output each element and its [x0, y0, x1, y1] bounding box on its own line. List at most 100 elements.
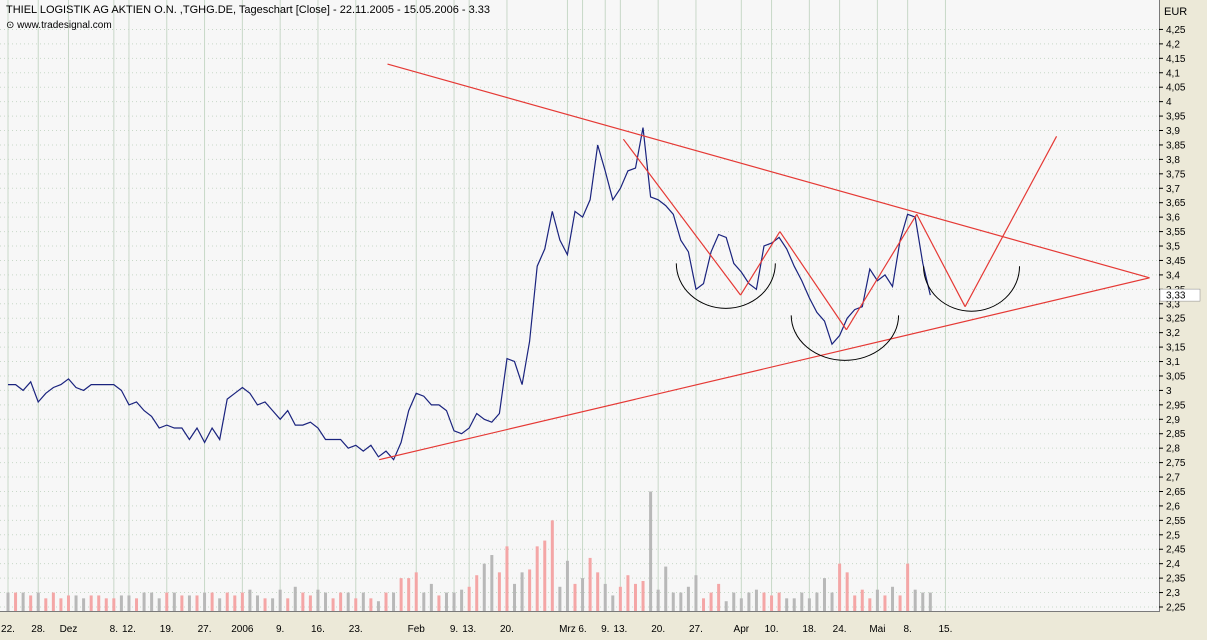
y-tick-label: 3,05: [1166, 371, 1186, 382]
source-url[interactable]: www.tradesignal.com: [17, 20, 111, 31]
volume-bar: [399, 578, 403, 611]
volume-bar: [573, 583, 577, 611]
volume-bar: [127, 595, 131, 611]
y-tick-label: 2,3: [1166, 588, 1180, 599]
x-tick-label: 10.: [765, 624, 779, 635]
volume-bar: [324, 592, 328, 611]
volume-bar: [747, 592, 751, 611]
volume-bar: [649, 491, 653, 611]
volume-bar: [119, 595, 123, 611]
volume-bar: [6, 592, 10, 611]
volume-bar: [271, 598, 275, 611]
volume-bar: [596, 572, 600, 611]
volume-bar: [195, 595, 199, 611]
volume-bar: [150, 592, 154, 611]
y-tick-label: 3,9: [1166, 126, 1180, 137]
volume-bar: [762, 592, 766, 611]
volume-bar: [460, 589, 464, 611]
x-tick-label: 8.: [903, 624, 911, 635]
volume-bar: [860, 589, 864, 611]
volume-bar: [240, 592, 244, 611]
chart-title: THIEL LOGISTIK AG AKTIEN O.N. ,TGHG.DE, …: [6, 4, 491, 16]
volume-bar: [482, 563, 486, 611]
y-tick-label: 3,45: [1166, 256, 1186, 267]
volume-bar: [293, 586, 297, 611]
volume-bar: [513, 583, 517, 611]
volume-bar: [51, 592, 55, 611]
volume-bar: [172, 592, 176, 611]
y-tick-label: 3,75: [1166, 169, 1186, 180]
volume-bar: [913, 589, 917, 611]
x-tick-label: 27.: [198, 624, 212, 635]
volume-bar: [535, 546, 539, 611]
volume-bar: [467, 586, 471, 611]
volume-bar: [679, 592, 683, 611]
volume-bar: [286, 598, 290, 611]
volume-bar: [346, 592, 350, 611]
volume-bar: [384, 592, 388, 611]
volume-bar: [97, 595, 101, 611]
volume-bar: [74, 595, 78, 611]
volume-bar: [558, 586, 562, 611]
y-tick-label: 4,2: [1166, 39, 1180, 50]
pattern-arc: [923, 266, 1021, 312]
volume-bar: [157, 598, 161, 611]
volume-bar: [66, 595, 70, 611]
y-tick-label: 2,35: [1166, 574, 1186, 585]
y-tick-label: 2,25: [1166, 603, 1186, 614]
volume-bar: [633, 583, 637, 611]
volume-bar: [528, 569, 532, 611]
y-tick-label: 3,55: [1166, 227, 1186, 238]
volume-bar: [543, 540, 547, 611]
volume-bar: [898, 595, 902, 611]
volume-bar: [475, 575, 479, 611]
chart-window: 2,25 2,3 2,35 2,4 2,45 2,5 2,55 2,6 2,65 2,7 2,75 2…: [0, 0, 1207, 640]
x-tick-label: 6.: [578, 624, 586, 635]
volume-bar: [361, 592, 365, 611]
x-tick-label: 2006: [231, 624, 254, 635]
x-tick-label: Mai: [869, 624, 885, 635]
y-tick-label: 2,6: [1166, 501, 1180, 512]
source-label: ⊙ www.tradesignal.com: [6, 20, 112, 31]
volume-bar: [709, 592, 713, 611]
volume-bar: [316, 589, 320, 611]
volume-bar: [414, 572, 418, 611]
x-tick-label: 15.: [938, 624, 952, 635]
volume-bar: [339, 592, 343, 611]
x-tick-label: 24.: [833, 624, 847, 635]
volume-bar: [59, 598, 63, 611]
y-tick-label: 3,5: [1166, 242, 1180, 253]
volume-bar: [104, 598, 108, 611]
y-tick-label: 3,65: [1166, 198, 1186, 209]
y-tick-label: 2,65: [1166, 487, 1186, 498]
volume-bar: [165, 592, 169, 611]
volume-bar: [845, 572, 849, 611]
trend-line: [740, 231, 781, 296]
y-tick-label: 2,55: [1166, 516, 1186, 527]
volume-bar: [770, 595, 774, 611]
x-tick-label: 16.: [311, 624, 325, 635]
y-tick-label: 3,15: [1166, 343, 1186, 354]
volume-bar: [792, 598, 796, 611]
volume-bar: [785, 598, 789, 611]
volume-bar: [739, 598, 743, 611]
volume-bar: [180, 595, 184, 611]
x-tick-label: 22.: [1, 624, 15, 635]
x-tick-label: 19.: [160, 624, 174, 635]
y-tick-label: 2,95: [1166, 400, 1186, 411]
volume-bar: [807, 598, 811, 611]
y-axis-unit: EUR: [1164, 6, 1188, 18]
volume-bar: [588, 557, 592, 611]
y-tick-label: 2,85: [1166, 429, 1186, 440]
volume-bar: [354, 598, 358, 611]
x-tick-label: 20.: [500, 624, 514, 635]
volume-bar: [626, 575, 630, 611]
y-tick-label: 2,45: [1166, 545, 1186, 556]
volume-bar: [550, 520, 554, 611]
x-tick-label: 18.: [802, 624, 816, 635]
y-tick-label: 3: [1166, 386, 1172, 397]
volume-bar: [112, 598, 116, 611]
x-tick-label: Dez: [60, 624, 78, 635]
y-tick-label: 3,4: [1166, 270, 1180, 281]
price-chart: 2,25 2,3 2,35 2,4 2,45 2,5 2,55 2,6 2,65 2,7 2,75 2…: [0, 0, 1201, 635]
